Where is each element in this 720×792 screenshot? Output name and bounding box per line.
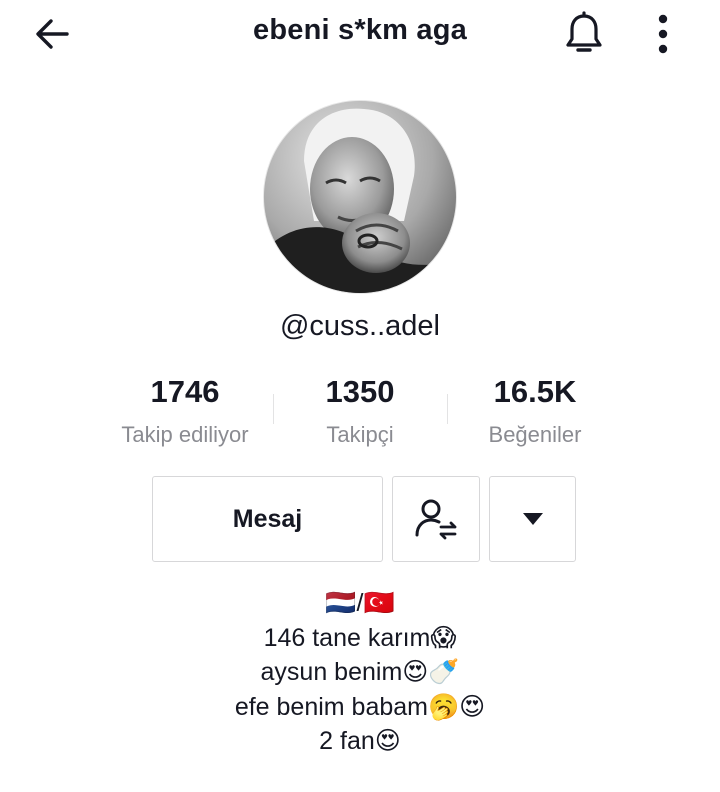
dropdown-button[interactable] — [489, 476, 576, 562]
stat-followers[interactable]: 1350 Takipçi — [270, 372, 450, 456]
page-title: ebeni s*km aga — [253, 14, 467, 46]
follow-toggle-button[interactable] — [392, 476, 480, 562]
likes-label: Beğeniler — [488, 422, 582, 447]
followers-label: Takipçi — [326, 422, 394, 447]
likes-count: 16.5K — [493, 374, 577, 409]
bio-line: aysun benim😍🍼 — [260, 658, 460, 686]
bio-line: 146 tane karım😱 — [263, 623, 457, 652]
profile-stats: 1746 Takip ediliyor 1350 Takipçi 16.5K B… — [0, 372, 720, 452]
following-label: Takip ediliyor — [121, 422, 249, 447]
bio-line: efe benim babam🥱😍 — [234, 692, 486, 721]
bio-line: 2 fan😍 — [319, 727, 401, 755]
user-switch-icon — [415, 499, 457, 540]
more-options-button[interactable] — [646, 8, 680, 60]
notification-button[interactable] — [558, 8, 610, 60]
stat-likes[interactable]: 16.5K Beğeniler — [445, 372, 625, 456]
more-vertical-icon — [658, 14, 668, 54]
caret-down-icon — [522, 513, 543, 525]
message-button[interactable]: Mesaj — [152, 476, 383, 562]
stat-following[interactable]: 1746 Takip ediliyor — [95, 372, 275, 456]
profile-bio: 🇳🇱/🇹🇷 146 tane karım😱 aysun benim😍🍼 efe … — [0, 586, 720, 759]
top-bar: ebeni s*km aga — [0, 0, 720, 70]
bell-icon — [566, 11, 602, 52]
avatar-photo — [264, 101, 456, 293]
bio-line: 🇳🇱/🇹🇷 — [325, 589, 395, 617]
profile-avatar[interactable] — [263, 100, 457, 294]
profile-username: @cuss..adel — [279, 310, 440, 342]
followers-count: 1350 — [325, 374, 395, 409]
following-count: 1746 — [150, 374, 220, 409]
